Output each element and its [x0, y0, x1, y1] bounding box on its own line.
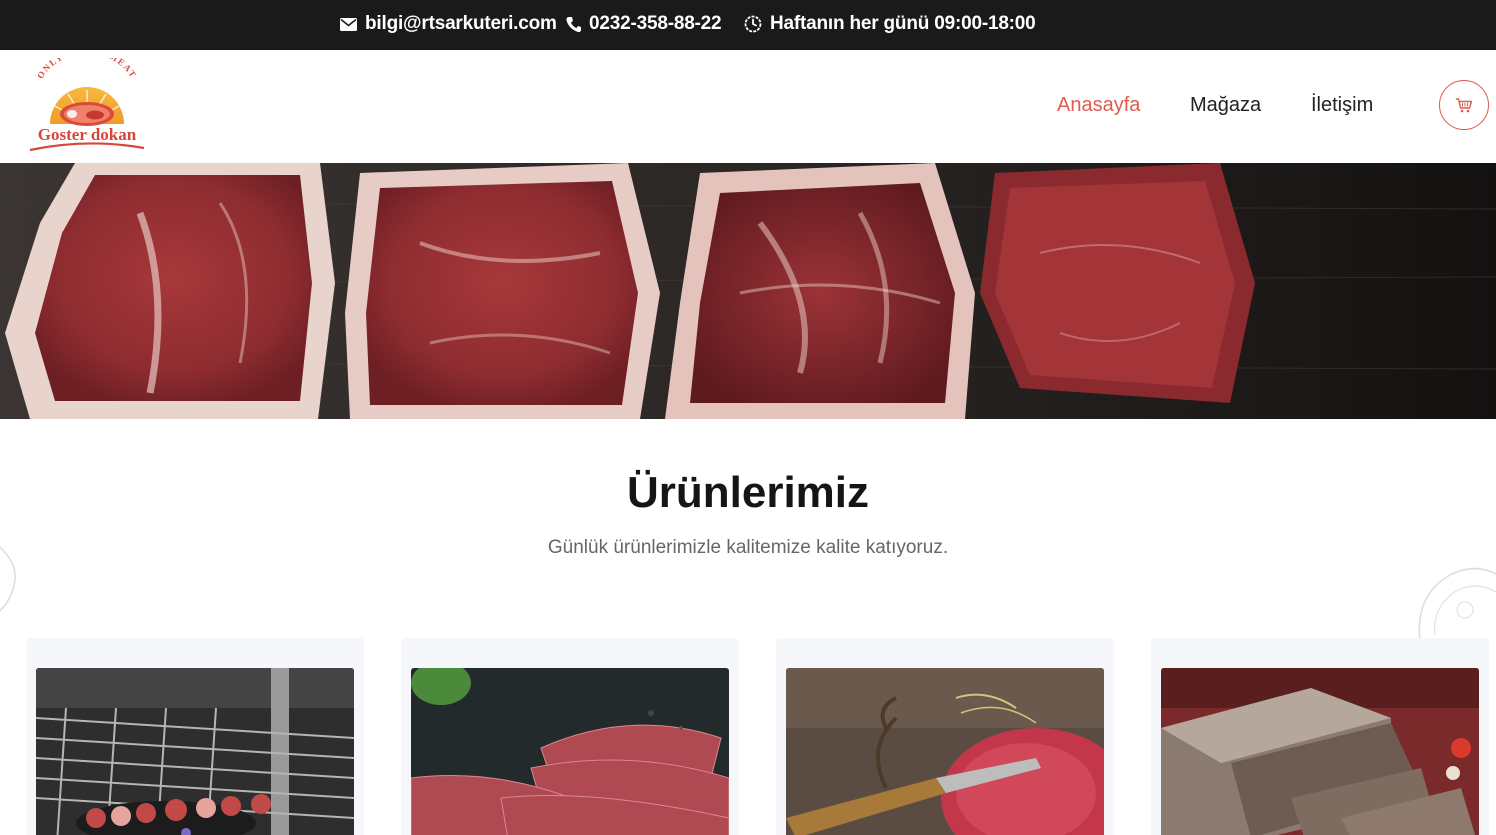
cart-icon: [1456, 98, 1473, 113]
topbar-phone[interactable]: 0232-358-88-22: [566, 0, 722, 48]
email-text: bilgi@rtsarkuteri.com: [365, 13, 557, 34]
products-subtitle: Günlük ürünlerimizle kalitemize kalite k…: [547, 537, 949, 558]
logo-arc-text: ONLY FRESH MEAT: [35, 46, 137, 80]
cart-button[interactable]: [1439, 80, 1489, 130]
product-card[interactable]: [26, 638, 364, 835]
product-card[interactable]: [401, 638, 739, 835]
clock-icon: [744, 15, 762, 33]
product-card[interactable]: [776, 638, 1114, 835]
hero-banner-image: [0, 163, 1496, 419]
product-image-grill[interactable]: [36, 668, 354, 835]
hours-text: Haftanın her günü 09:00-18:00: [770, 13, 1036, 34]
topbar-email[interactable]: bilgi@rtsarkuteri.com: [340, 0, 557, 48]
product-image-pastrami[interactable]: [411, 668, 729, 835]
nav-home[interactable]: Anasayfa: [1057, 94, 1140, 117]
svg-text:ONLY FRESH MEAT: ONLY FRESH MEAT: [35, 58, 139, 80]
topbar-hours: Haftanın her günü 09:00-18:00: [744, 0, 1036, 48]
phone-icon: [566, 16, 581, 32]
logo-brand-text: Goster dokan: [38, 125, 137, 144]
envelope-icon: [340, 17, 357, 31]
nav-shop[interactable]: Mağaza: [1190, 94, 1261, 117]
products-title: Ürünlerimiz: [626, 468, 870, 517]
phone-text: 0232-358-88-22: [589, 13, 722, 34]
top-info-bar: bilgi@rtsarkuteri.com 0232-358-88-22 Haf…: [0, 0, 1496, 50]
nav-contact[interactable]: İletişim: [1311, 94, 1373, 117]
product-image-terrine[interactable]: [1161, 668, 1479, 835]
product-image-beef[interactable]: [786, 668, 1104, 835]
site-logo[interactable]: ONLY FRESH MEAT Goster dokan: [24, 46, 150, 156]
decorative-outline-right: [1418, 567, 1496, 641]
site-header: ONLY FRESH MEAT Goster dokan Anasayfa Ma…: [0, 46, 1496, 163]
product-card[interactable]: [1151, 638, 1489, 835]
